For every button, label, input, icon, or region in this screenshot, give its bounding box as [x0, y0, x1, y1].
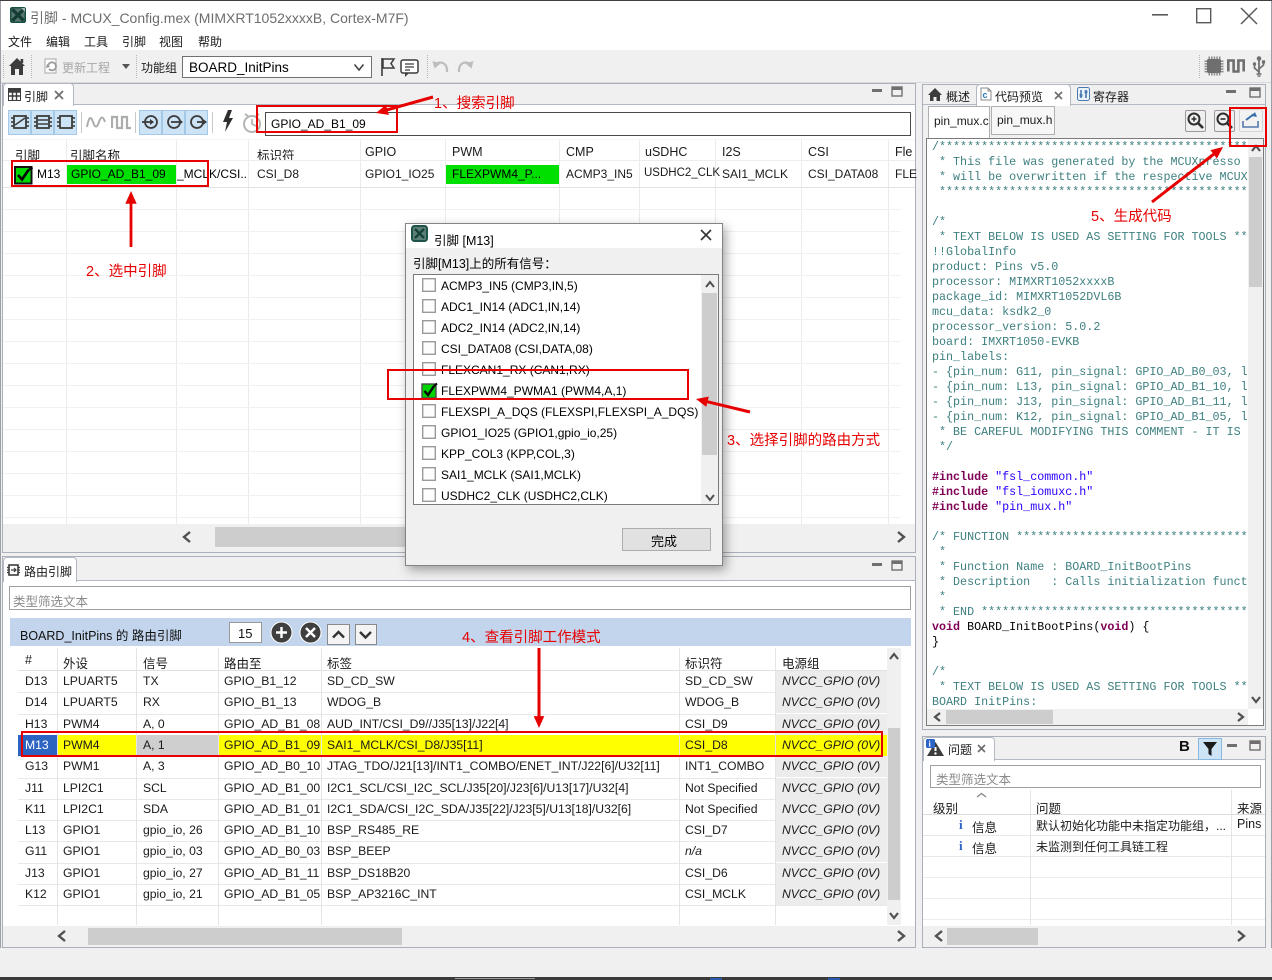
svg-text:c: c [983, 90, 988, 100]
svg-text:i: i [959, 838, 963, 853]
svg-text:i: i [959, 817, 963, 832]
